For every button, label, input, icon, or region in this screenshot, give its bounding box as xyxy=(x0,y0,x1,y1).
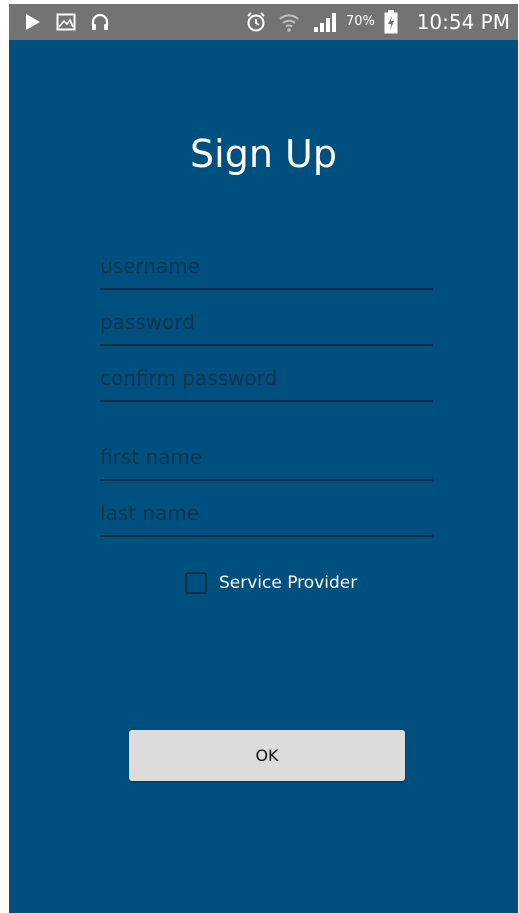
ok-button[interactable]: OK xyxy=(129,730,405,781)
battery-percent: 70% xyxy=(346,14,375,29)
signal-icon xyxy=(311,4,341,40)
status-bar: 70% 10:54 PM xyxy=(9,4,518,40)
service-provider-row[interactable]: Service Provider xyxy=(185,570,357,596)
wifi-icon xyxy=(277,4,301,40)
status-clock: 10:54 PM xyxy=(416,10,510,34)
headphones-icon xyxy=(89,4,111,40)
play-icon xyxy=(23,4,43,40)
service-provider-checkbox[interactable] xyxy=(185,572,207,594)
image-icon xyxy=(55,4,77,40)
service-provider-label: Service Provider xyxy=(219,573,358,593)
app-screen: 70% 10:54 PM Sign Up Service Provider OK xyxy=(9,4,518,913)
username-input[interactable] xyxy=(100,244,433,290)
first-name-input[interactable] xyxy=(100,435,433,481)
battery-charging-icon xyxy=(383,4,399,40)
password-input[interactable] xyxy=(100,300,433,346)
confirm-password-input[interactable] xyxy=(100,356,433,402)
page-title: Sign Up xyxy=(190,132,337,176)
alarm-icon xyxy=(244,4,268,40)
last-name-input[interactable] xyxy=(100,491,433,537)
